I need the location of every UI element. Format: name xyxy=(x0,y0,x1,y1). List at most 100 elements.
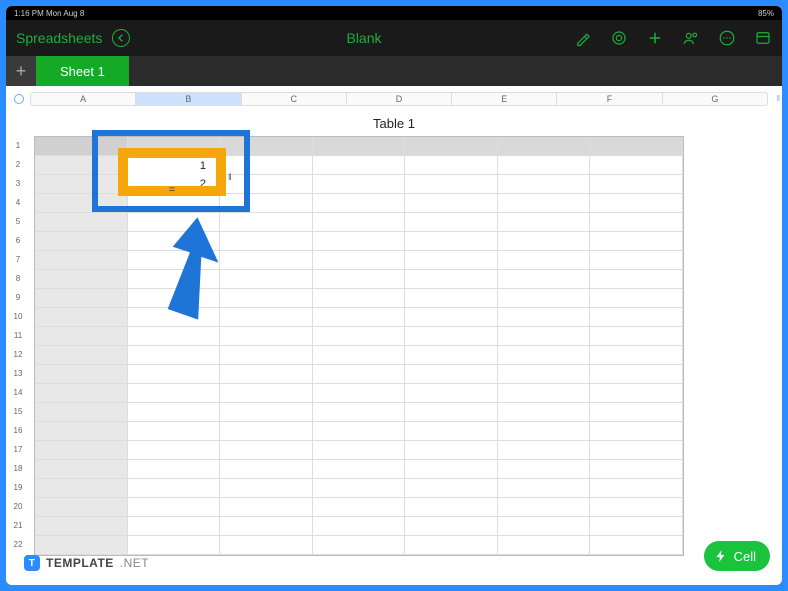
cell[interactable] xyxy=(498,498,591,517)
table-row[interactable] xyxy=(35,479,683,498)
cell[interactable] xyxy=(35,175,128,194)
cell[interactable] xyxy=(405,251,498,270)
cell[interactable] xyxy=(313,365,406,384)
add-sheet-button[interactable]: + xyxy=(6,56,36,86)
table-row[interactable] xyxy=(35,270,683,289)
cell[interactable] xyxy=(590,289,683,308)
cell[interactable] xyxy=(35,498,128,517)
cell[interactable] xyxy=(405,213,498,232)
cell-B2[interactable]: 1 xyxy=(128,156,221,175)
cell[interactable] xyxy=(590,441,683,460)
cell[interactable] xyxy=(220,422,313,441)
column-header-C[interactable]: C xyxy=(242,93,347,105)
cell[interactable] xyxy=(220,498,313,517)
cell[interactable] xyxy=(405,232,498,251)
collaborate-button[interactable] xyxy=(682,29,700,47)
cell[interactable] xyxy=(498,213,591,232)
cell[interactable] xyxy=(220,327,313,346)
row-header[interactable]: 16 xyxy=(10,421,26,440)
cell[interactable] xyxy=(35,403,128,422)
format-brush-button[interactable] xyxy=(574,29,592,47)
cell[interactable] xyxy=(220,289,313,308)
table-row[interactable] xyxy=(35,194,683,213)
cell[interactable] xyxy=(405,384,498,403)
cell[interactable] xyxy=(498,137,591,156)
cell[interactable] xyxy=(498,251,591,270)
table-row[interactable]: 1 xyxy=(35,156,683,175)
table-row[interactable] xyxy=(35,137,683,156)
cell[interactable] xyxy=(128,536,221,555)
cell[interactable] xyxy=(498,422,591,441)
cell[interactable] xyxy=(313,460,406,479)
cell[interactable] xyxy=(498,194,591,213)
row-header[interactable]: 1 xyxy=(10,136,26,155)
row-header[interactable]: 14 xyxy=(10,383,26,402)
cell[interactable] xyxy=(590,517,683,536)
cell[interactable] xyxy=(128,346,221,365)
cell[interactable] xyxy=(405,289,498,308)
cell[interactable] xyxy=(498,460,591,479)
cell[interactable] xyxy=(498,270,591,289)
cell[interactable] xyxy=(35,346,128,365)
cell[interactable] xyxy=(35,137,128,156)
table-row[interactable] xyxy=(35,327,683,346)
cell[interactable] xyxy=(35,213,128,232)
cell[interactable] xyxy=(498,346,591,365)
table-row[interactable] xyxy=(35,384,683,403)
table-row[interactable] xyxy=(35,289,683,308)
cell[interactable] xyxy=(128,327,221,346)
cell[interactable] xyxy=(590,498,683,517)
cell[interactable] xyxy=(220,479,313,498)
cell[interactable] xyxy=(128,441,221,460)
table-row[interactable]: 2 xyxy=(35,175,683,194)
cell[interactable] xyxy=(498,403,591,422)
cell[interactable] xyxy=(128,517,221,536)
table-row[interactable] xyxy=(35,460,683,479)
row-header[interactable]: 7 xyxy=(10,250,26,269)
cell[interactable] xyxy=(590,251,683,270)
cell[interactable] xyxy=(590,365,683,384)
cell[interactable] xyxy=(405,441,498,460)
cell[interactable] xyxy=(35,194,128,213)
cell[interactable] xyxy=(405,403,498,422)
cell[interactable] xyxy=(498,175,591,194)
row-header[interactable]: 18 xyxy=(10,459,26,478)
cell[interactable] xyxy=(35,327,128,346)
cell[interactable] xyxy=(313,422,406,441)
sidebar-toggle-button[interactable] xyxy=(754,29,772,47)
cell[interactable] xyxy=(128,289,221,308)
cell[interactable] xyxy=(498,232,591,251)
cell-format-button[interactable]: Cell xyxy=(704,541,770,571)
cell[interactable] xyxy=(128,384,221,403)
cell[interactable] xyxy=(220,175,313,194)
more-button[interactable] xyxy=(718,29,736,47)
cell[interactable] xyxy=(590,384,683,403)
row-header[interactable]: 12 xyxy=(10,345,26,364)
cell[interactable] xyxy=(220,232,313,251)
document-title[interactable]: Blank xyxy=(176,30,552,46)
cell[interactable] xyxy=(128,270,221,289)
cell[interactable] xyxy=(590,536,683,555)
table-row[interactable] xyxy=(35,517,683,536)
cell[interactable] xyxy=(313,213,406,232)
cell[interactable] xyxy=(498,479,591,498)
cell[interactable] xyxy=(220,213,313,232)
cell[interactable] xyxy=(405,479,498,498)
table-row[interactable] xyxy=(35,403,683,422)
cell[interactable] xyxy=(220,384,313,403)
cell[interactable] xyxy=(313,175,406,194)
cell[interactable] xyxy=(35,156,128,175)
cell[interactable] xyxy=(405,498,498,517)
cell[interactable] xyxy=(590,327,683,346)
cell[interactable] xyxy=(313,403,406,422)
table-row[interactable] xyxy=(35,498,683,517)
cell[interactable] xyxy=(35,422,128,441)
cell[interactable] xyxy=(35,308,128,327)
row-header[interactable]: 22 xyxy=(10,535,26,554)
table-row[interactable] xyxy=(35,422,683,441)
table-row[interactable] xyxy=(35,365,683,384)
cell[interactable] xyxy=(405,327,498,346)
cell[interactable] xyxy=(313,346,406,365)
insert-ring-button[interactable] xyxy=(610,29,628,47)
cell[interactable] xyxy=(220,137,313,156)
